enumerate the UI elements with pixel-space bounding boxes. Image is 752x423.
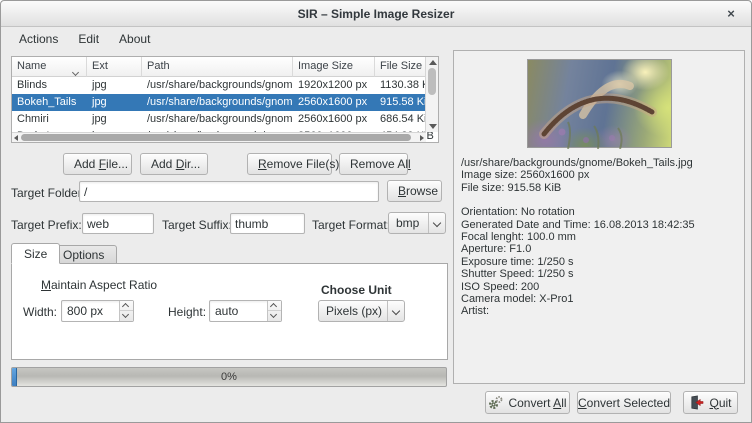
quit-button[interactable]: Quit	[683, 391, 738, 414]
width-label: Width:	[23, 305, 57, 319]
tab-options[interactable]: Options	[50, 245, 117, 264]
column-header-image-size[interactable]: Image Size	[293, 57, 375, 77]
table-row[interactable]: Chmirijpg /usr/share/backgrounds/gnome25…	[12, 111, 438, 128]
table-row-selected[interactable]: Bokeh_Tailsjpg /usr/share/backgrounds/gn…	[12, 94, 438, 111]
chevron-down-icon	[428, 213, 445, 233]
add-file-button[interactable]: Add File...	[63, 153, 132, 175]
scroll-up-icon[interactable]	[429, 60, 437, 65]
target-prefix-label: Target Prefix:	[11, 218, 82, 232]
convert-all-button[interactable]: Convert All	[485, 391, 570, 414]
image-details: /usr/share/backgrounds/gnome/Bokeh_Tails…	[461, 157, 740, 318]
detail-shutter: Shutter Speed: 1/250 s	[461, 268, 740, 280]
menu-about[interactable]: About	[109, 29, 160, 49]
browse-button[interactable]: Browse	[387, 180, 442, 202]
height-label: Height:	[168, 305, 206, 319]
sort-desc-icon	[73, 63, 78, 77]
menu-actions[interactable]: Actions	[9, 29, 68, 49]
unit-select[interactable]: Pixels (px)	[318, 300, 405, 322]
horizontal-scroll-thumb[interactable]	[21, 134, 411, 141]
menu-edit[interactable]: Edit	[68, 29, 109, 49]
spin-up-icon[interactable]	[268, 301, 281, 311]
window-title: SIR – Simple Image Resizer	[298, 7, 455, 21]
column-header-ext[interactable]: Ext	[87, 57, 142, 77]
spin-down-icon[interactable]	[268, 311, 281, 321]
titlebar[interactable]: SIR – Simple Image Resizer ×	[1, 1, 751, 27]
preview-panel: /usr/share/backgrounds/gnome/Bokeh_Tails…	[453, 50, 745, 384]
height-spinbox[interactable]: auto	[209, 300, 282, 322]
detail-artist: Artist:	[461, 305, 740, 317]
add-dir-button[interactable]: Add Dir...	[140, 153, 208, 175]
progress-fill	[12, 368, 17, 386]
scroll-down-icon[interactable]	[429, 124, 437, 129]
tab-size[interactable]: Size	[11, 243, 60, 264]
scroll-left-icon[interactable]	[14, 135, 18, 141]
detail-path: /usr/share/backgrounds/gnome/Bokeh_Tails…	[461, 157, 740, 169]
detail-orientation: Orientation: No rotation	[461, 206, 740, 218]
app-window: SIR – Simple Image Resizer × Actions Edi…	[0, 0, 752, 423]
target-folder-input[interactable]	[79, 181, 379, 202]
exit-door-icon	[689, 395, 704, 410]
target-suffix-input[interactable]	[230, 213, 305, 234]
image-thumbnail	[527, 59, 672, 148]
remove-all-button[interactable]: Remove All	[339, 153, 408, 175]
table-header-row: Name Ext Path Image Size File Size	[12, 57, 438, 77]
scroll-right-icon[interactable]	[420, 135, 424, 141]
target-format-select[interactable]: bmp	[388, 212, 446, 234]
progress-label: 0%	[221, 371, 237, 383]
target-suffix-label: Target Suffix:	[162, 218, 232, 232]
spin-down-icon[interactable]	[120, 311, 133, 321]
detail-camera: Camera model: X-Pro1	[461, 293, 740, 305]
close-icon[interactable]: ×	[723, 1, 739, 27]
detail-focal: Focal lenght: 100.0 mm	[461, 231, 740, 243]
column-header-path[interactable]: Path	[142, 57, 293, 77]
progress-bar: 0%	[11, 367, 447, 387]
vertical-scroll-thumb[interactable]	[428, 68, 436, 95]
convert-selected-button[interactable]: Convert Selected	[577, 391, 671, 414]
spin-up-icon[interactable]	[120, 301, 133, 311]
gears-icon	[488, 395, 503, 410]
choose-unit-label: Choose Unit	[321, 283, 392, 297]
detail-image-size: Image size: 2560x1600 px	[461, 169, 740, 181]
horizontal-scrollbar[interactable]	[12, 132, 426, 142]
chevron-down-icon	[387, 301, 404, 321]
detail-aperture: Aperture: F1.0	[461, 243, 740, 255]
target-folder-label: Target Folder:	[11, 186, 85, 200]
bokeh-grass-illustration	[528, 60, 673, 149]
vertical-scrollbar[interactable]	[425, 57, 438, 132]
table-row[interactable]: Blindsjpg /usr/share/backgrounds/gnome19…	[12, 77, 438, 94]
file-table: Name Ext Path Image Size File Size Blind…	[11, 56, 439, 143]
maintain-aspect-ratio-label: Maintain Aspect Ratio	[41, 278, 157, 292]
detail-generated: Generated Date and Time: 16.08.2013 18:4…	[461, 219, 740, 231]
remove-files-button[interactable]: Remove File(s)	[247, 153, 332, 175]
target-format-label: Target Format:	[312, 218, 390, 232]
menubar: Actions Edit About	[1, 27, 751, 50]
target-prefix-input[interactable]	[82, 213, 154, 234]
detail-iso: ISO Speed: 200	[461, 281, 740, 293]
detail-file-size: File size: 915.58 KiB	[461, 182, 740, 194]
width-spinbox[interactable]: 800 px	[61, 300, 134, 322]
column-header-name[interactable]: Name	[12, 57, 87, 77]
detail-exposure: Exposure time: 1/250 s	[461, 256, 740, 268]
